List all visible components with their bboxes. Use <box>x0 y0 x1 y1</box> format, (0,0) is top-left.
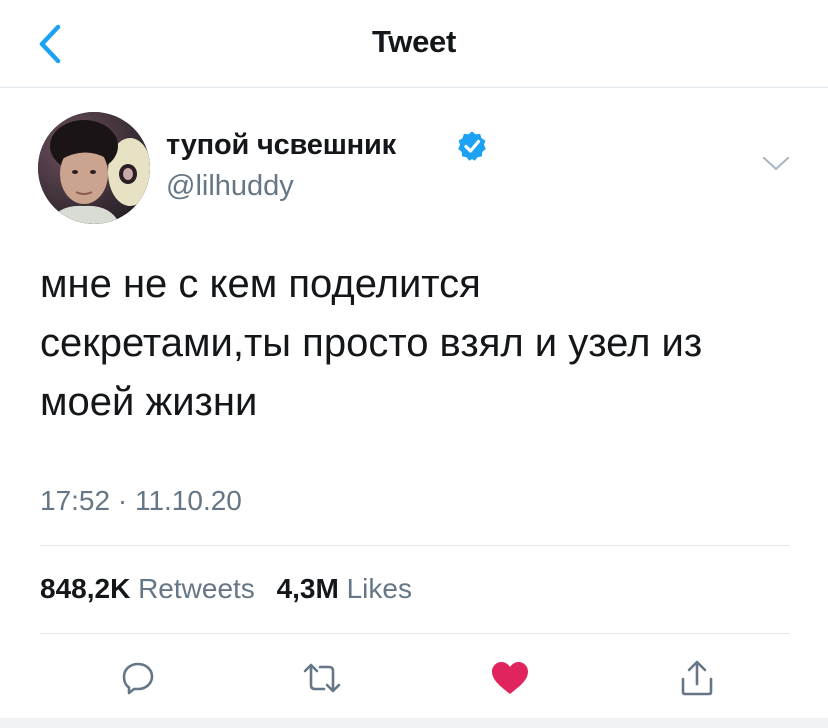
verified-badge-icon <box>458 131 486 161</box>
avatar[interactable] <box>38 112 150 224</box>
divider <box>40 545 790 546</box>
retweets-count: 848,2K <box>40 573 131 604</box>
retweets-stat[interactable]: 848,2K Retweets <box>40 573 277 604</box>
divider <box>40 633 790 634</box>
top-bar: Tweet <box>0 0 828 88</box>
display-name[interactable]: тупой чсвешник <box>166 129 396 162</box>
share-button[interactable] <box>673 654 721 702</box>
engagement-stats: 848,2K Retweets 4,3M Likes <box>40 573 426 605</box>
bottom-separator <box>0 718 828 728</box>
tweet-timestamp: 17:52 · 11.10.20 <box>40 485 242 516</box>
like-button[interactable] <box>486 654 534 702</box>
likes-count: 4,3M <box>276 573 339 604</box>
more-options-button[interactable] <box>758 148 794 180</box>
header-divider <box>0 87 828 88</box>
heart-icon <box>492 662 528 694</box>
avatar-image <box>38 112 150 224</box>
page-title: Tweet <box>371 24 457 59</box>
user-handle[interactable]: @lilhuddy <box>166 170 294 203</box>
reply-icon <box>122 662 154 695</box>
retweet-icon <box>303 663 341 693</box>
retweet-button[interactable] <box>298 654 346 702</box>
likes-label: Likes <box>346 573 412 604</box>
retweets-label: Retweets <box>138 573 255 604</box>
reply-button[interactable] <box>114 654 162 702</box>
chevron-down-icon <box>762 156 790 171</box>
tweet-text: мне не с кем поделится секретами,ты прос… <box>40 262 703 424</box>
likes-stat[interactable]: 4,3M Likes <box>277 573 426 604</box>
share-icon <box>681 660 713 696</box>
